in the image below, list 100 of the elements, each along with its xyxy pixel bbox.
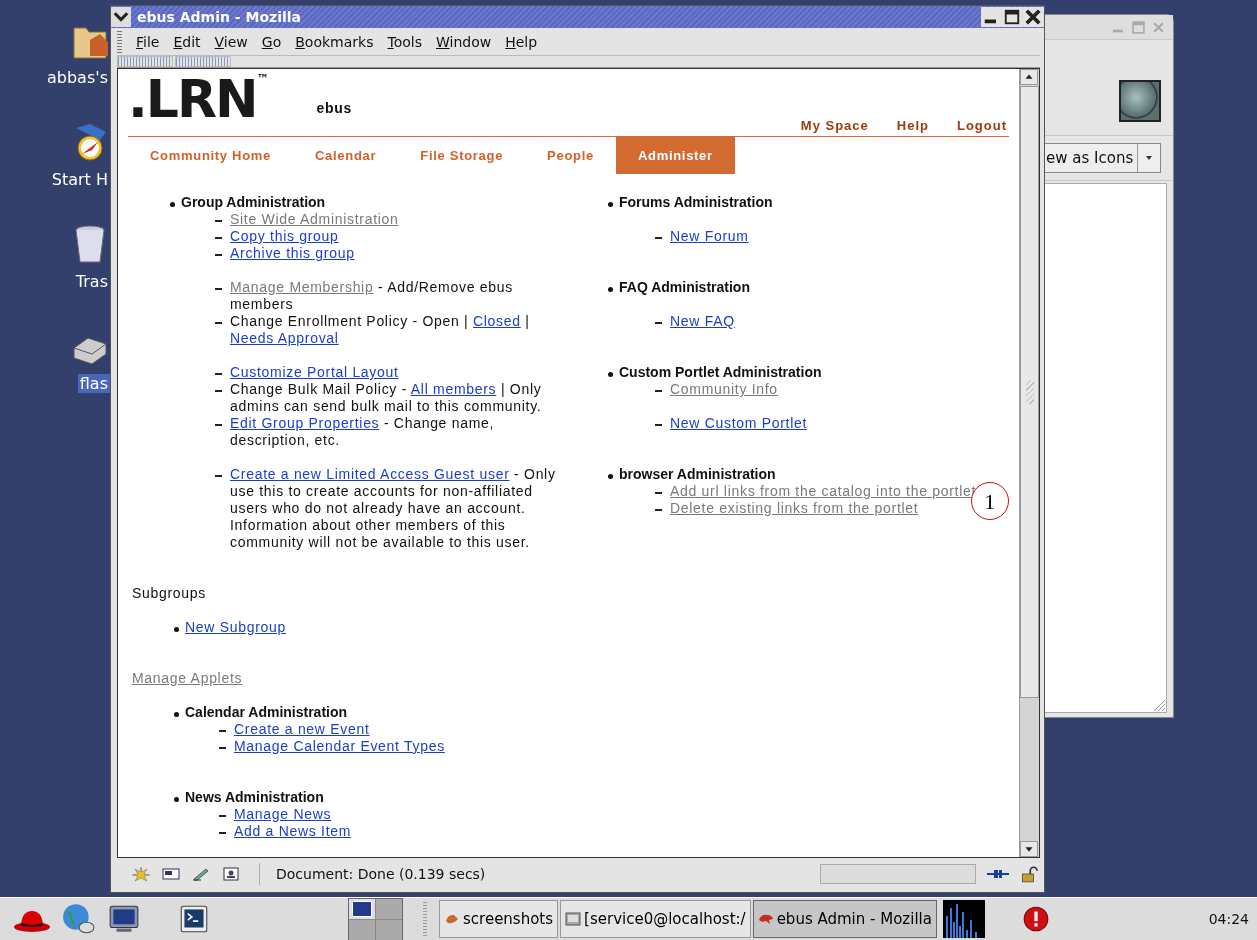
nav-tab[interactable]: People <box>525 137 616 174</box>
admin-link[interactable]: Manage Calendar Event Types <box>234 738 445 754</box>
dash-icon <box>655 492 662 494</box>
section-title: Group Administration <box>181 194 326 211</box>
dash-icon <box>219 747 226 749</box>
bullet-icon <box>608 474 613 479</box>
admin-link[interactable]: Needs Approval <box>230 330 339 346</box>
dash-icon <box>215 424 222 426</box>
admin-link[interactable]: Edit Group Properties <box>230 415 380 431</box>
section-title: News Administration <box>185 789 324 806</box>
nav-tab[interactable]: Administer <box>615 137 735 174</box>
clock: 04:24 <box>1208 911 1249 927</box>
scroll-thumb[interactable] <box>1020 86 1039 698</box>
dash-icon <box>215 220 222 222</box>
trash-icon[interactable] <box>72 222 108 266</box>
desktop-icon-label[interactable]: Start H <box>49 170 110 189</box>
admin-link[interactable]: Create a new Event <box>234 721 370 737</box>
subgroups-heading: Subgroups <box>132 585 207 602</box>
nav-link[interactable]: Logout <box>956 117 1007 134</box>
manage-applets-link[interactable]: Manage Applets <box>132 670 243 687</box>
scroll-down-icon[interactable] <box>1020 841 1038 857</box>
admin-link[interactable]: Manage News <box>234 806 332 822</box>
mail-icon[interactable] <box>161 866 181 882</box>
admin-link[interactable]: Customize Portal Layout <box>230 364 399 380</box>
throbber-icon <box>1119 80 1161 122</box>
admin-link[interactable]: New Custom Portlet <box>670 415 808 431</box>
bullet-icon <box>608 287 613 292</box>
dash-icon <box>219 815 226 817</box>
dash-icon <box>215 373 222 375</box>
nav-tab[interactable]: File Storage <box>398 137 526 174</box>
workspace-pager[interactable] <box>348 897 403 940</box>
nav-tab[interactable]: Community Home <box>128 137 294 174</box>
admin-link[interactable]: Manage Membership <box>230 279 374 295</box>
admin-link[interactable]: Add url links from the catalog into the portlet <box>670 483 977 499</box>
admin-link[interactable]: Closed <box>473 313 521 329</box>
desktop-icon-label[interactable]: abbas's <box>45 68 110 87</box>
desktop-icon-label[interactable]: flas <box>77 374 110 393</box>
dash-icon <box>655 390 662 392</box>
menu-item[interactable]: Window <box>432 33 502 50</box>
nav-link[interactable]: Help <box>896 117 929 134</box>
address-book-icon[interactable] <box>221 866 241 882</box>
scroll-up-icon[interactable] <box>1020 69 1038 85</box>
community-name: ebus <box>316 100 352 117</box>
menu-item[interactable]: Tools <box>383 33 432 50</box>
maximize-icon[interactable] <box>1002 7 1022 27</box>
admin-link[interactable]: All members <box>410 381 497 397</box>
dash-icon <box>215 254 222 256</box>
dash-icon <box>655 509 662 511</box>
admin-link[interactable]: Site Wide Administration <box>230 211 399 227</box>
section-title: Forums Administration <box>619 194 773 211</box>
dash-icon <box>219 730 226 732</box>
desktop-icon-label[interactable]: Tras <box>73 272 110 291</box>
menu-item[interactable]: Help <box>501 33 548 50</box>
nav-tab[interactable]: Calendar <box>293 137 399 174</box>
taskbar-button[interactable]: ebus Admin - Mozilla <box>752 900 937 938</box>
item-text: Change Bulk Mail Policy - All members | Only admins can send bulk mail to this community. <box>230 381 543 415</box>
dash-icon <box>655 237 662 239</box>
admin-link[interactable]: Archive this group <box>230 245 355 261</box>
admin-link[interactable]: Delete existing links from the portlet <box>670 500 919 516</box>
section-title: FAQ Administration <box>619 279 750 296</box>
menu-item[interactable]: View <box>210 33 258 50</box>
dash-icon <box>215 237 222 239</box>
menu-item[interactable]: Edit <box>169 33 211 50</box>
pen-icon[interactable] <box>191 866 211 882</box>
nav-link[interactable]: My Space <box>800 117 869 134</box>
admin-link[interactable]: Add a News Item <box>234 823 352 839</box>
scrollbar[interactable] <box>1019 69 1039 857</box>
admin-link[interactable]: Community Info <box>670 381 778 397</box>
item-text: Create a new Limited Access Guest user - Only use this to create accounts for non-affiliated users who do not already have an account. Information about other members of this community will not be available to this user. <box>230 466 557 551</box>
bullet-icon <box>608 202 613 207</box>
dash-icon <box>215 390 222 392</box>
section-title: Custom Portlet Administration <box>619 364 822 381</box>
admin-link[interactable]: Copy this group <box>230 228 339 244</box>
admin-link[interactable]: New FAQ <box>670 313 735 329</box>
dash-icon <box>655 424 662 426</box>
window-menu-icon[interactable] <box>111 7 131 27</box>
menu-item[interactable]: File <box>132 33 170 50</box>
menu-item[interactable]: Bookmarks <box>291 33 384 50</box>
menu-item[interactable]: Go <box>257 33 292 50</box>
minimize-icon[interactable] <box>981 7 1001 27</box>
cpu-monitor-graph <box>942 900 985 938</box>
taskbar-button[interactable]: [service0@localhost:/ <box>560 900 751 938</box>
logo: .LRN$^{™}$ <box>128 73 269 125</box>
admin-link[interactable]: New Forum <box>670 228 749 244</box>
admin-link[interactable]: New Subgroup <box>185 619 286 636</box>
admin-link[interactable]: Create a new Limited Access Guest user <box>230 466 510 482</box>
section-title: Calendar Administration <box>185 704 348 721</box>
bullet-icon <box>174 627 179 632</box>
dash-icon <box>219 832 226 834</box>
item-text: Edit Group Properties - Change name, description, etc. <box>230 415 496 449</box>
bullet-icon <box>170 202 175 207</box>
item-text: Change Enrollment Policy - Open | Closed | Needs Approval <box>230 313 531 347</box>
dash-icon <box>655 322 662 324</box>
close-icon[interactable] <box>1023 7 1043 27</box>
item-text: Manage Membership - Add/Remove ebus members <box>230 279 514 313</box>
section-title: browser Administration <box>619 466 776 483</box>
taskbar-button[interactable]: screenshots <box>439 900 559 938</box>
resize-grip-icon[interactable] <box>1152 698 1166 712</box>
dash-icon <box>215 322 222 324</box>
view-mode-dropdown[interactable]: ew as Icons <box>1045 143 1161 173</box>
